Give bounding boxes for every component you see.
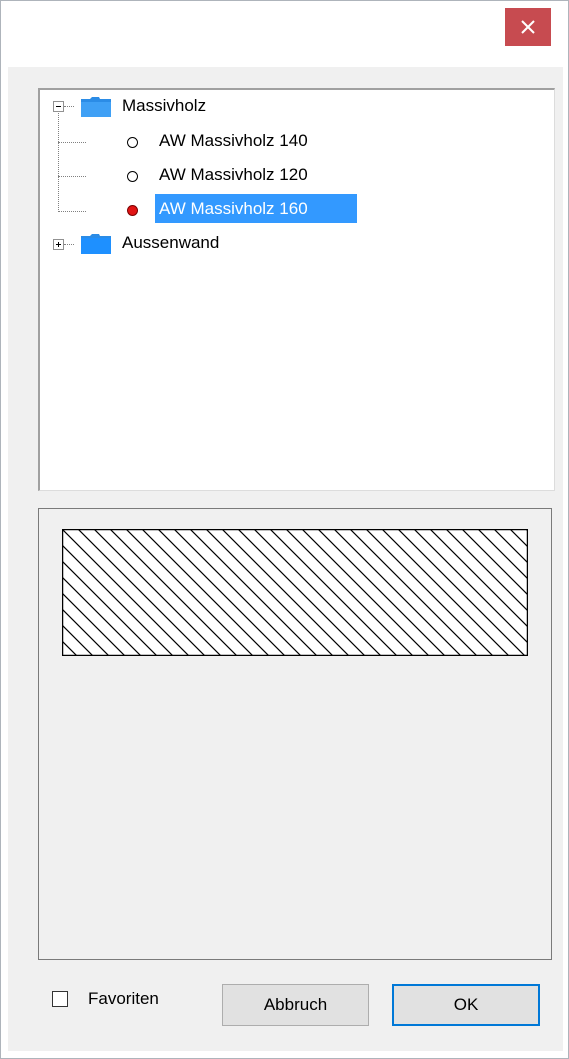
dialog-client-area: Massivholz AW Massivholz 140 AW Massivho… <box>8 67 563 1051</box>
close-button[interactable] <box>505 8 551 46</box>
hatch-pattern-preview <box>62 529 528 656</box>
cancel-button[interactable]: Abbruch <box>222 984 369 1026</box>
tree-leaf-label-selected[interactable]: AW Massivholz 160 <box>159 199 308 219</box>
radio-red-icon <box>127 205 138 216</box>
tree-connector <box>58 142 86 143</box>
tree-connector <box>58 211 86 212</box>
title-bar <box>1 1 568 59</box>
tree-leaf-label[interactable]: AW Massivholz 140 <box>159 131 308 151</box>
tree-connector <box>64 106 74 107</box>
tree-connector <box>58 108 59 212</box>
folder-closed-icon <box>81 234 111 254</box>
tree-leaf-label[interactable]: AW Massivholz 120 <box>159 165 308 185</box>
folder-open-icon <box>81 97 111 117</box>
favorites-checkbox[interactable] <box>52 991 68 1007</box>
close-icon <box>521 20 535 34</box>
favorites-label[interactable]: Favoriten <box>88 989 159 1009</box>
radio-empty-icon <box>127 137 138 148</box>
expand-toggle[interactable] <box>53 239 64 250</box>
hatch-preview-panel <box>38 508 552 960</box>
tree-view[interactable]: Massivholz AW Massivholz 140 AW Massivho… <box>38 88 555 491</box>
ok-button[interactable]: OK <box>392 984 540 1026</box>
tree-connector <box>64 244 74 245</box>
tree-node-label[interactable]: Aussenwand <box>122 233 219 253</box>
dialog-window: Massivholz AW Massivholz 140 AW Massivho… <box>0 0 569 1059</box>
radio-empty-icon <box>127 171 138 182</box>
collapse-toggle[interactable] <box>53 101 64 112</box>
tree-connector <box>58 176 86 177</box>
tree-node-label[interactable]: Massivholz <box>122 96 206 116</box>
